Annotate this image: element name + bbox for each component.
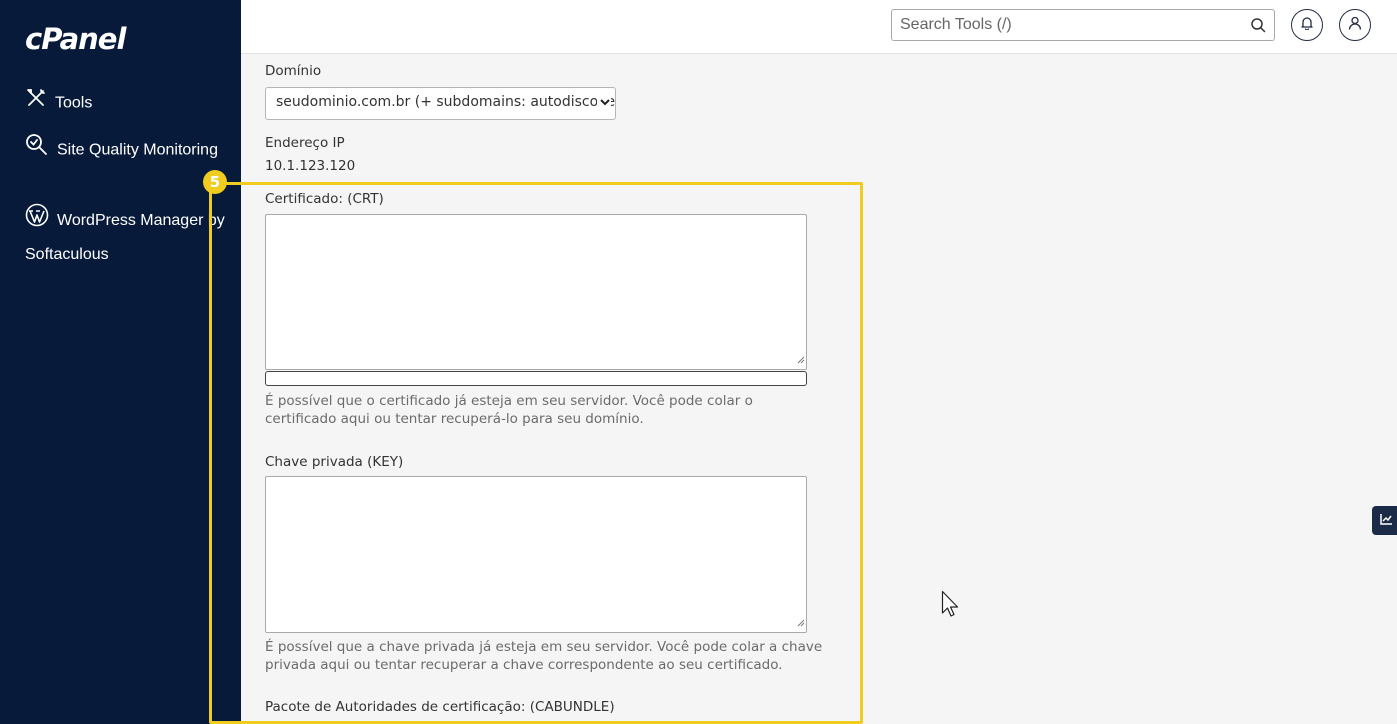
crt-help-text: É possível que o certificado já esteja e…: [265, 393, 753, 427]
key-label: Chave privada (KEY): [265, 454, 404, 470]
retrieve-certificate-bar[interactable]: [265, 371, 807, 386]
mouse-cursor-icon: [941, 590, 961, 625]
sidebar: cPanel Tools Site Quality Monitoring Wor…: [0, 0, 241, 724]
site-quality-icon: [25, 133, 49, 168]
analytics-tab[interactable]: [1372, 506, 1397, 535]
ip-value: 10.1.123.120: [265, 158, 356, 174]
cabundle-label: Pacote de Autoridades de certificação: (…: [265, 699, 615, 715]
crt-textarea[interactable]: [265, 214, 807, 370]
notifications-button[interactable]: [1291, 9, 1323, 41]
bell-icon: [1300, 16, 1314, 35]
chart-icon: [1379, 512, 1393, 530]
key-textarea[interactable]: [265, 476, 807, 633]
cpanel-logo[interactable]: cPanel: [25, 22, 126, 56]
step-number-badge: 5: [203, 170, 227, 194]
chevron-down-icon: [597, 96, 611, 112]
tools-icon: [25, 87, 47, 120]
domain-select[interactable]: seudominio.com.br (+ subdomains: autodis…: [265, 87, 616, 120]
resize-grip-icon[interactable]: [797, 612, 805, 631]
top-header: [241, 0, 1397, 54]
search-icon[interactable]: [1250, 17, 1266, 38]
ip-label: Endereço IP: [265, 135, 345, 151]
resize-grip-icon[interactable]: [797, 349, 805, 368]
domain-select-value: seudominio.com.br (+ subdomains: autodis…: [276, 94, 616, 110]
sidebar-item-site-quality[interactable]: Site Quality Monitoring: [25, 133, 225, 168]
search-input[interactable]: [892, 10, 1232, 40]
wordpress-icon: [25, 203, 49, 239]
domain-label: Domínio: [265, 63, 322, 79]
key-help-text: É possível que a chave privada já esteja…: [265, 639, 823, 673]
user-icon: [1348, 16, 1362, 35]
sidebar-item-label: Site Quality Monitoring: [57, 141, 218, 159]
search-box: [891, 9, 1275, 41]
user-menu-button[interactable]: [1339, 9, 1371, 41]
sidebar-item-wordpress[interactable]: WordPress Manager by Softaculous: [25, 203, 235, 271]
sidebar-item-label: WordPress Manager by Softaculous: [25, 212, 225, 263]
crt-label: Certificado: (CRT): [265, 191, 384, 207]
sidebar-item-tools[interactable]: Tools: [25, 87, 92, 120]
sidebar-item-label: Tools: [55, 94, 93, 112]
